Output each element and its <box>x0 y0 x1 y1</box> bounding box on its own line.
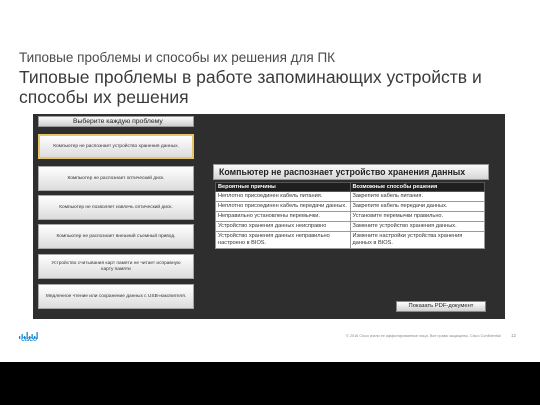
solution-cell: Закрепите кабель передачи данных. <box>349 201 485 212</box>
problem-button-eject-disc[interactable]: Компьютер не позволяет извлечь оптически… <box>38 195 194 220</box>
table-row: Неправильно установлены перемычки. Устан… <box>215 211 485 222</box>
causes-solutions-table: Вероятные причины Возможные способы реше… <box>215 182 485 249</box>
table-row: Устройство хранения данных неправильно н… <box>215 231 485 249</box>
solution-cell: Замените устройство хранения данных. <box>349 221 485 232</box>
solution-cell: Установите перемычки правильно. <box>349 211 485 222</box>
slide-title: Типовые проблемы в работе запоминающих у… <box>19 67 482 107</box>
cause-cell: Устройство хранения данных неисправно <box>215 221 351 232</box>
problem-button-optical-disc[interactable]: Компьютер не распознает оптический диск. <box>38 166 194 191</box>
interactive-panel: Выберите каждую проблему Компьютер не ра… <box>33 114 505 319</box>
problem-button-card-reader[interactable]: Устройство считывания карт памяти не чит… <box>38 254 194 279</box>
problem-button-usb-slow[interactable]: Медленное чтение или сохранение данных с… <box>38 284 194 309</box>
show-pdf-button[interactable]: Показать PDF-документ <box>396 301 486 312</box>
cisco-logo: CISCO <box>18 328 40 344</box>
slide-subtitle: Типовые проблемы и способы их решения дл… <box>19 50 336 65</box>
problem-button-external-drive[interactable]: Компьютер не распознает внешний съемный … <box>38 224 194 249</box>
cause-cell: Устройство хранения данных неправильно н… <box>215 231 351 249</box>
solution-cell: Закрепите кабель питания. <box>349 191 485 202</box>
problem-detail-card: Компьютер не распознает устройство хране… <box>213 164 489 249</box>
column-header-solutions: Возможные способы решения <box>349 182 485 192</box>
slide: Типовые проблемы и способы их решения дл… <box>0 0 540 362</box>
cisco-logo-text: CISCO <box>21 337 37 343</box>
problem-list: Выберите каждую проблему Компьютер не ра… <box>38 116 194 315</box>
table-header-row: Вероятные причины Возможные способы реше… <box>215 182 485 192</box>
solution-cell: Измените настройки устройства хранения д… <box>349 231 485 249</box>
cause-cell: Неплотно присоединен кабель питания. <box>215 191 351 202</box>
problem-list-heading: Выберите каждую проблему <box>38 116 194 127</box>
card-title: Компьютер не распознает устройство хране… <box>213 164 489 180</box>
cause-cell: Неплотно присоединен кабель передачи дан… <box>215 201 351 212</box>
problem-button-storage[interactable]: Компьютер не распознает устройство хране… <box>38 134 194 159</box>
page-number: 12 <box>511 333 517 338</box>
cause-cell: Неправильно установлены перемычки. <box>215 211 351 222</box>
table-row: Устройство хранения данных неисправно За… <box>215 221 485 232</box>
table-row: Неплотно присоединен кабель передачи дан… <box>215 201 485 212</box>
footer-copyright: © 2016 Cisco и/или ее аффилированные лиц… <box>346 334 501 338</box>
table-row: Неплотно присоединен кабель питания. Зак… <box>215 191 485 202</box>
column-header-causes: Вероятные причины <box>215 182 351 192</box>
